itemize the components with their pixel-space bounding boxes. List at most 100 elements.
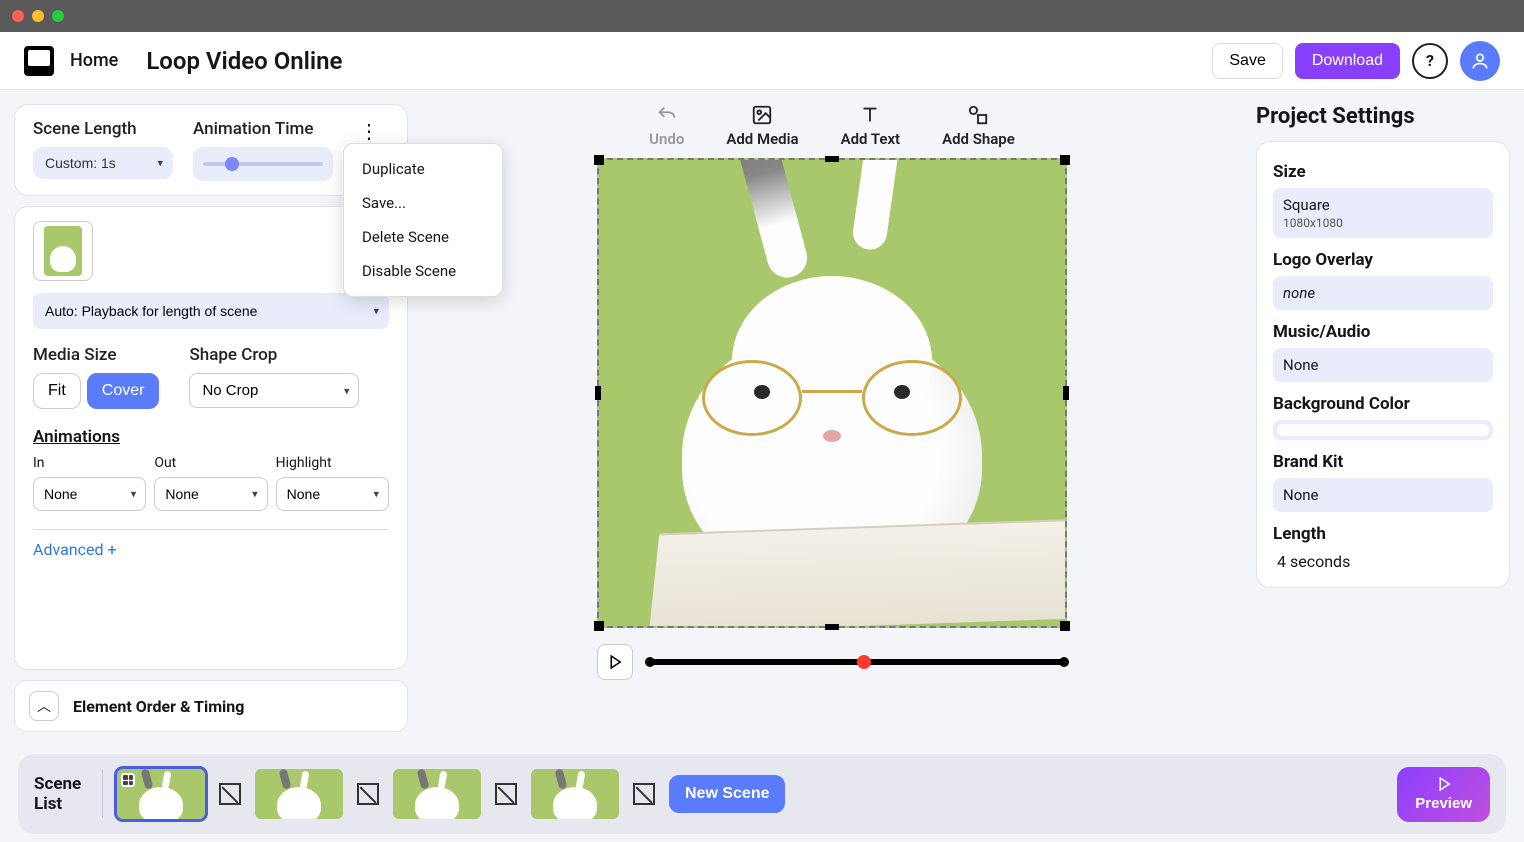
scene-thumb-2[interactable] bbox=[255, 769, 343, 819]
resize-handle-mr[interactable] bbox=[1063, 386, 1069, 400]
home-link[interactable]: Home bbox=[70, 50, 118, 71]
undo-button[interactable]: Undo bbox=[649, 104, 684, 148]
element-order-bar[interactable]: ︿ Element Order & Timing bbox=[14, 680, 408, 732]
menu-duplicate[interactable]: Duplicate bbox=[344, 152, 502, 186]
project-settings-panel: Size Square 1080x1080 Logo Overlay none … bbox=[1256, 141, 1510, 588]
menu-delete-scene[interactable]: Delete Scene bbox=[344, 220, 502, 254]
minimize-window-icon[interactable] bbox=[32, 10, 44, 22]
media-size-fit-button[interactable]: Fit bbox=[33, 373, 81, 409]
add-media-button[interactable]: Add Media bbox=[726, 104, 798, 148]
ps-music-label: Music/Audio bbox=[1273, 322, 1493, 342]
user-icon bbox=[1470, 51, 1490, 71]
app-topbar: Home Loop Video Online Save Download ? bbox=[0, 32, 1524, 90]
canvas-media-image bbox=[599, 160, 1065, 626]
resize-handle-tr[interactable] bbox=[1060, 155, 1070, 165]
ps-logo-label: Logo Overlay bbox=[1273, 250, 1493, 270]
scene-disable-toggle-2[interactable] bbox=[357, 783, 379, 805]
scene-thumb-3[interactable] bbox=[393, 769, 481, 819]
anim-in-select[interactable]: None bbox=[33, 477, 146, 511]
scene-length-label: Scene Length bbox=[33, 119, 173, 139]
advanced-toggle[interactable]: Advanced + bbox=[33, 540, 389, 559]
resize-handle-bl[interactable] bbox=[594, 621, 604, 631]
scene-disable-toggle-3[interactable] bbox=[495, 783, 517, 805]
undo-label: Undo bbox=[649, 130, 684, 148]
ps-length-value: 4 seconds bbox=[1273, 550, 1493, 573]
preview-button[interactable]: Preview bbox=[1397, 767, 1490, 822]
ps-brand-label: Brand Kit bbox=[1273, 452, 1493, 472]
media-size-label: Media Size bbox=[33, 345, 159, 365]
scene-disable-toggle-4[interactable] bbox=[633, 783, 655, 805]
resize-handle-bm[interactable] bbox=[825, 624, 839, 630]
ps-bgcolor-picker[interactable] bbox=[1273, 420, 1493, 440]
scene-thumb-4[interactable] bbox=[531, 769, 619, 819]
app-logo-icon[interactable] bbox=[24, 46, 54, 76]
save-button[interactable]: Save bbox=[1212, 43, 1282, 79]
account-avatar[interactable] bbox=[1460, 41, 1500, 81]
ps-size-label: Size bbox=[1273, 162, 1493, 182]
preview-label: Preview bbox=[1415, 795, 1472, 812]
play-outline-icon bbox=[1435, 775, 1453, 793]
scene-list-bar: Scene List New Scene Preview bbox=[18, 754, 1506, 834]
playhead[interactable] bbox=[857, 655, 871, 669]
media-thumbnail[interactable] bbox=[33, 221, 93, 281]
resize-handle-tl[interactable] bbox=[594, 155, 604, 165]
drag-handle-icon[interactable] bbox=[121, 773, 135, 787]
ps-brand-select[interactable]: None bbox=[1273, 478, 1493, 512]
menu-disable-scene[interactable]: Disable Scene bbox=[344, 254, 502, 288]
play-icon bbox=[606, 653, 624, 671]
ps-logo-select[interactable]: none bbox=[1273, 276, 1493, 310]
shape-crop-label: Shape Crop bbox=[189, 345, 359, 365]
close-window-icon[interactable] bbox=[12, 10, 24, 22]
anim-highlight-select[interactable]: None bbox=[276, 477, 389, 511]
add-shape-label: Add Shape bbox=[942, 130, 1015, 148]
shapes-icon bbox=[967, 104, 989, 126]
resize-handle-br[interactable] bbox=[1060, 621, 1070, 631]
ps-size-sub: 1080x1080 bbox=[1283, 216, 1483, 230]
canvas-toolbar: Undo Add Media Add Text Add Shape bbox=[649, 104, 1015, 148]
download-button[interactable]: Download bbox=[1295, 43, 1400, 79]
window-titlebar bbox=[0, 0, 1524, 32]
scene-playbar bbox=[597, 644, 1067, 680]
divider bbox=[102, 770, 103, 818]
new-scene-button[interactable]: New Scene bbox=[669, 775, 785, 813]
ps-music-select[interactable]: None bbox=[1273, 348, 1493, 382]
ps-size-select[interactable]: Square 1080x1080 bbox=[1273, 188, 1493, 238]
scene-list-label: Scene List bbox=[34, 774, 88, 815]
media-size-cover-button[interactable]: Cover bbox=[87, 373, 160, 409]
image-icon bbox=[751, 104, 773, 126]
help-button[interactable]: ? bbox=[1412, 43, 1448, 79]
add-shape-button[interactable]: Add Shape bbox=[942, 104, 1015, 148]
shape-crop-select[interactable]: No Crop bbox=[189, 373, 359, 408]
animation-time-slider[interactable] bbox=[193, 147, 333, 181]
text-icon bbox=[859, 104, 881, 126]
scene-thumb-1[interactable] bbox=[117, 769, 205, 819]
scene-menu-button[interactable]: ⋮ bbox=[357, 119, 381, 143]
play-button[interactable] bbox=[597, 644, 633, 680]
scene-context-menu: Duplicate Save... Delete Scene Disable S… bbox=[343, 143, 503, 297]
animations-heading: Animations bbox=[33, 427, 389, 447]
expand-order-button[interactable]: ︿ bbox=[29, 691, 59, 721]
resize-handle-ml[interactable] bbox=[595, 386, 601, 400]
page-title: Loop Video Online bbox=[146, 47, 342, 75]
scene-disable-toggle-1[interactable] bbox=[219, 783, 241, 805]
add-text-button[interactable]: Add Text bbox=[841, 104, 901, 148]
add-media-label: Add Media bbox=[726, 130, 798, 148]
resize-handle-tm[interactable] bbox=[825, 156, 839, 162]
maximize-window-icon[interactable] bbox=[52, 10, 64, 22]
ps-bgcolor-label: Background Color bbox=[1273, 394, 1493, 414]
kebab-icon: ⋮ bbox=[359, 119, 379, 143]
timeline-track[interactable] bbox=[647, 659, 1067, 665]
menu-save[interactable]: Save... bbox=[344, 186, 502, 220]
canvas[interactable] bbox=[597, 158, 1067, 628]
playback-mode-select[interactable]: Auto: Playback for length of scene bbox=[33, 293, 389, 329]
scene-length-select[interactable]: Custom: 1s bbox=[33, 147, 173, 179]
anim-in-label: In bbox=[33, 455, 146, 471]
scene-settings-panelou: Scene Length Custom: 1s Animation Time D… bbox=[14, 104, 408, 196]
chevron-up-icon: ︿ bbox=[37, 696, 51, 716]
anim-out-select[interactable]: None bbox=[154, 477, 267, 511]
element-order-label: Element Order & Timing bbox=[73, 697, 244, 716]
add-text-label: Add Text bbox=[841, 130, 901, 148]
anim-highlight-label: Highlight bbox=[276, 455, 389, 471]
question-icon: ? bbox=[1426, 51, 1434, 70]
animation-time-label: Animation Time bbox=[193, 119, 333, 139]
